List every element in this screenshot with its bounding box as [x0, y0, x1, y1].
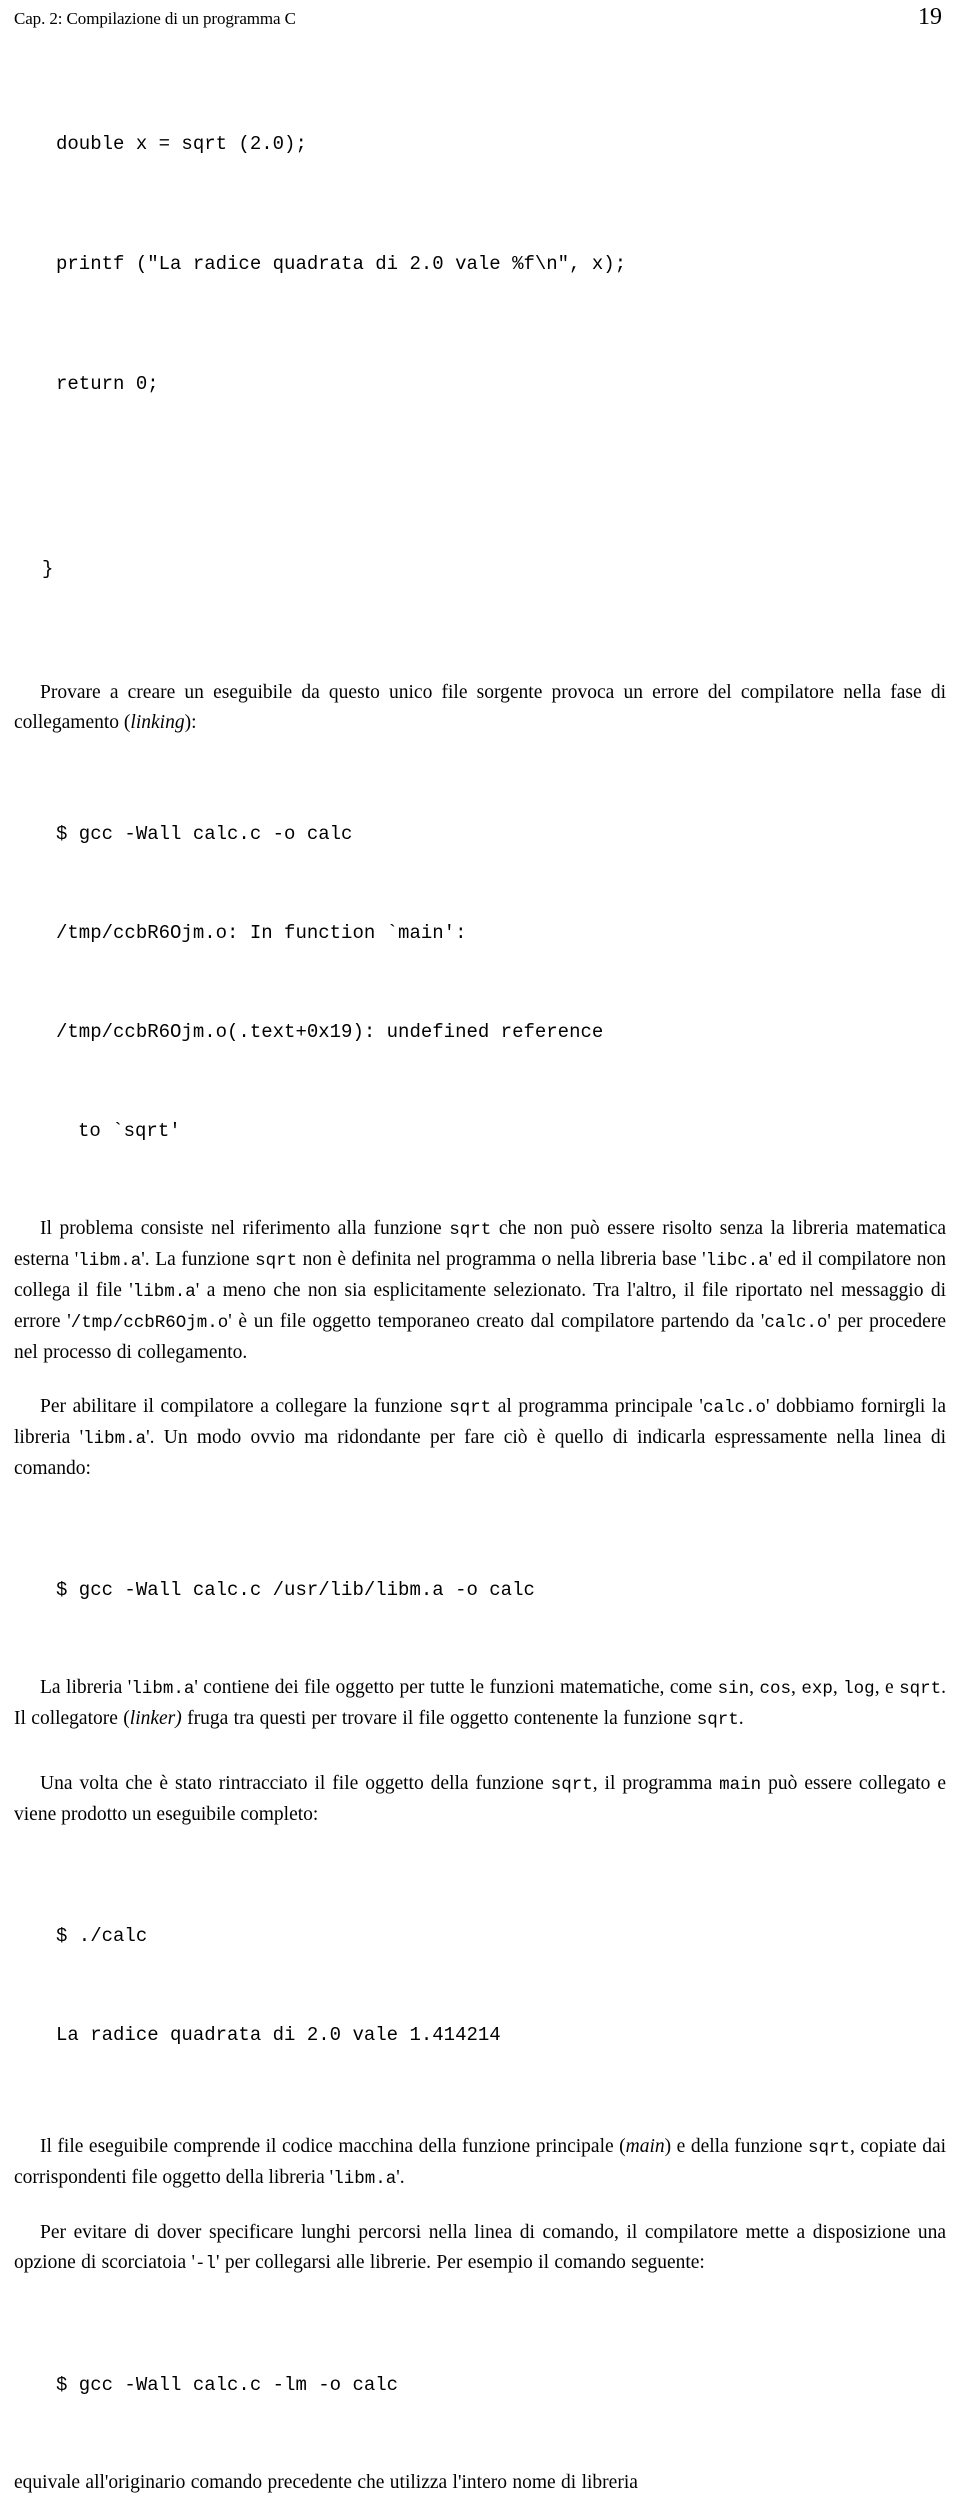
inline-code-sqrt: sqrt — [899, 1679, 942, 1699]
text-run: , e — [874, 1677, 900, 1698]
page-header: Cap. 2: Compilazione di un programma C 1… — [0, 0, 960, 30]
paragraph-equivale: equivale all'originario comando preceden… — [14, 2468, 946, 2498]
text-run: ' per collegarsi alle librerie. Per esem… — [216, 2252, 705, 2273]
text-run: al programma principale ' — [491, 1396, 703, 1417]
header-page-number: 19 — [918, 4, 942, 30]
paragraph-provare: Provare a creare un eseguibile da questo… — [14, 678, 946, 738]
code-listing-top: double x = sqrt (2.0); printf ("La radic… — [14, 44, 946, 484]
terminal-command: $ gcc -Wall calc.c /usr/lib/libm.a -o ca… — [56, 1579, 535, 1601]
terminal-block-lm-flag: $ gcc -Wall calc.c -lm -o calc — [14, 2303, 946, 2468]
terminal-block-compile-error: $ gcc -Wall calc.c -o calc /tmp/ccbR6Ojm… — [14, 752, 946, 1214]
emphasis-main: main — [625, 2136, 665, 2157]
text-run: '. Un modo ovvio ma ridondante per fare … — [14, 1427, 946, 1479]
text-run: '. La funzione — [141, 1249, 256, 1270]
terminal-command: $ gcc -Wall calc.c -lm -o calc — [56, 2374, 399, 2396]
inline-code-cos: cos — [759, 1679, 791, 1699]
text-run: . — [738, 1708, 744, 1729]
terminal-output-line: /tmp/ccbR6Ojm.o(.text+0x19): undefined r… — [56, 1021, 604, 1043]
paragraph-la-libreria: La libreria 'libm.a' contiene dei file o… — [14, 1673, 946, 1735]
inline-code-sqrt: sqrt — [550, 1775, 593, 1795]
text-run: ' è un file oggetto temporaneo creato da… — [228, 1311, 765, 1332]
header-chapter-title: Cap. 2: Compilazione di un programma C — [14, 9, 296, 28]
terminal-command: $ gcc -Wall calc.c -o calc — [56, 823, 353, 845]
page-content: double x = sqrt (2.0); printf ("La radic… — [0, 30, 960, 2498]
code-line: double x = sqrt (2.0); — [56, 133, 307, 155]
inline-code-libm-a: libm.a — [83, 1429, 147, 1449]
inline-code-libm-a: libm.a — [132, 1282, 196, 1302]
text-run: , il programma — [592, 1773, 720, 1794]
paragraph-una-volta: Una volta che è stato rintracciato il fi… — [14, 1769, 946, 1830]
inline-code-libc-a: libc.a — [705, 1251, 769, 1271]
emphasis-linking: linking — [130, 712, 185, 733]
text-run: Il problema consiste nel riferimento all… — [40, 1218, 450, 1239]
text-run: non è definita nel programma o nella lib… — [297, 1249, 706, 1270]
text-run: , — [832, 1677, 844, 1698]
terminal-output-line: /tmp/ccbR6Ojm.o: In function `main': — [56, 922, 467, 944]
code-line: return 0; — [56, 373, 159, 395]
inline-code-sqrt: sqrt — [696, 1710, 739, 1730]
text-run: ' contiene dei file oggetto per tutte le… — [194, 1677, 718, 1698]
paragraph-per-evitare: Per evitare di dover specificare lunghi … — [14, 2218, 946, 2279]
inline-code-sqrt: sqrt — [807, 2138, 850, 2158]
text-run: Il file eseguibile comprende il codice m… — [40, 2136, 626, 2157]
text-run: Per abilitare il compilatore a collegare… — [40, 1396, 450, 1417]
terminal-command: $ ./calc — [56, 1925, 148, 1947]
inline-code-dash-l: -l — [195, 2254, 217, 2274]
code-listing-top-close: } — [14, 484, 946, 654]
inline-code-exp: exp — [801, 1679, 833, 1699]
inline-code-tmp-object: /tmp/ccbR6Ojm.o — [70, 1313, 229, 1333]
code-line: printf ("La radice quadrata di 2.0 vale … — [56, 253, 627, 275]
text-run: fruga tra questi per trovare il file ogg… — [181, 1708, 697, 1729]
text-run: , — [790, 1677, 802, 1698]
code-line: } — [42, 558, 54, 580]
paragraph-per-abilitare: Per abilitare il compilatore a collegare… — [14, 1392, 946, 1484]
inline-code-libm-a: libm.a — [78, 1251, 142, 1271]
document-page: Cap. 2: Compilazione di un programma C 1… — [0, 0, 960, 2493]
inline-code-log: log — [843, 1679, 875, 1699]
terminal-output-line: to `sqrt' — [78, 1120, 181, 1142]
terminal-output-line: La radice quadrata di 2.0 vale 1.414214 — [56, 2024, 501, 2046]
text-run: ) e della funzione — [664, 2136, 808, 2157]
inline-code-libm-a: libm.a — [333, 2169, 397, 2189]
text-run: '. — [396, 2167, 405, 2188]
terminal-block-run: $ ./calc La radice quadrata di 2.0 vale … — [14, 1854, 946, 2118]
terminal-block-full-path: $ gcc -Wall calc.c /usr/lib/libm.a -o ca… — [14, 1508, 946, 1673]
inline-code-sqrt: sqrt — [449, 1220, 492, 1240]
paragraph-text-tail: ): — [184, 712, 197, 733]
paragraph-problema: Il problema consiste nel riferimento all… — [14, 1214, 946, 1368]
inline-code-main: main — [719, 1775, 762, 1795]
paragraph-file-eseguibile: Il file eseguibile comprende il codice m… — [14, 2132, 946, 2194]
text-run: equivale all'originario comando preceden… — [14, 2472, 638, 2493]
text-run: , — [749, 1677, 760, 1698]
text-run: La libreria ' — [40, 1677, 132, 1698]
inline-code-libm-a: libm.a — [131, 1679, 195, 1699]
inline-code-calc-o: calc.o — [764, 1313, 828, 1333]
inline-code-sqrt: sqrt — [449, 1398, 492, 1418]
emphasis-linker: linker) — [129, 1708, 182, 1729]
inline-code-calc-o: calc.o — [702, 1398, 766, 1418]
inline-code-sin: sin — [717, 1679, 750, 1699]
text-run: Una volta che è stato rintracciato il fi… — [40, 1773, 551, 1794]
inline-code-sqrt: sqrt — [255, 1251, 298, 1271]
